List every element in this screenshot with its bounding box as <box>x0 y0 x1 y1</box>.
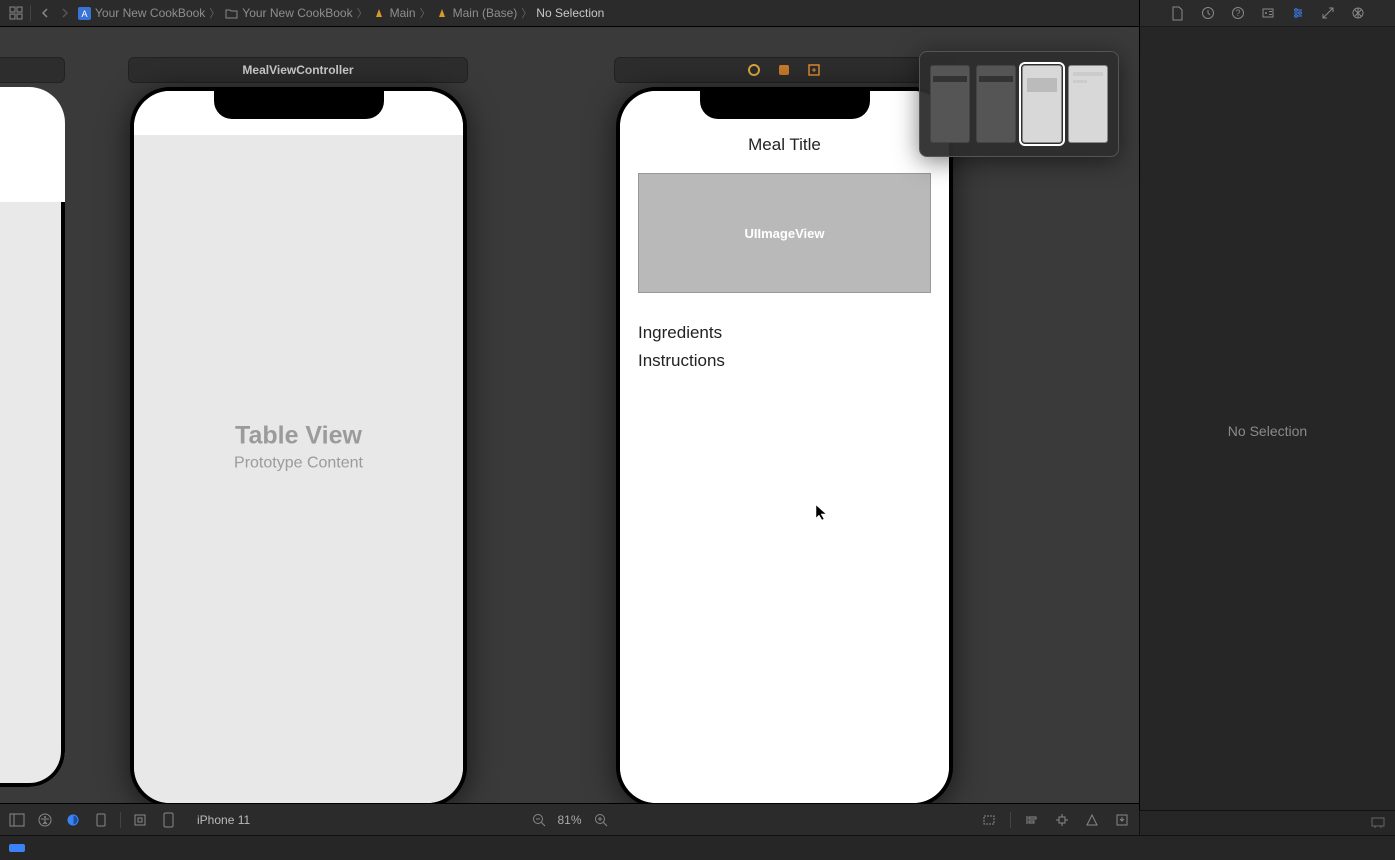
storyboard-icon <box>372 6 386 20</box>
ingredients-label[interactable]: Ingredients <box>638 323 931 343</box>
breadcrumb-group[interactable]: Your New CookBook <box>222 6 354 20</box>
breadcrumb-file[interactable]: Main <box>370 6 418 20</box>
update-frames-icon[interactable] <box>980 811 998 829</box>
chevron-right-icon: 〉 <box>521 5 532 21</box>
accessibility-icon[interactable] <box>36 811 54 829</box>
nav-forward-button[interactable] <box>55 3 75 23</box>
connections-inspector-tab[interactable] <box>1349 4 1367 22</box>
device-config-icon[interactable] <box>131 811 149 829</box>
meal-image-view[interactable]: UIImageView <box>638 173 931 293</box>
pin-icon[interactable] <box>1053 811 1071 829</box>
nav-back-button[interactable] <box>35 3 55 23</box>
debug-toggle-icon[interactable] <box>8 839 26 857</box>
attributes-inspector-tab[interactable] <box>1289 4 1307 22</box>
svg-text:?: ? <box>1235 8 1240 18</box>
appearance-icon[interactable] <box>64 811 82 829</box>
chevron-right-icon: 〉 <box>420 5 431 21</box>
folder-icon <box>224 6 238 20</box>
help-inspector-tab[interactable]: ? <box>1229 4 1247 22</box>
debug-bar <box>0 835 1395 860</box>
instructions-label[interactable]: Instructions <box>638 351 931 371</box>
uiimageview-placeholder: UIImageView <box>745 226 825 241</box>
device-notch <box>214 91 384 119</box>
breadcrumb-selection[interactable]: No Selection <box>534 6 606 20</box>
device-preview-meal-detail[interactable]: Meal Title UIImageView Ingredients Instr… <box>616 87 953 803</box>
chevron-right-icon: 〉 <box>209 5 220 21</box>
device-name-label[interactable]: iPhone 11 <box>197 813 250 827</box>
prototype-content-label: Prototype Content <box>134 455 463 473</box>
device-preview-partial[interactable] <box>0 87 65 787</box>
storyboard-entry-icon[interactable] <box>806 62 822 78</box>
breadcrumb-variant[interactable]: Main (Base) <box>433 6 520 20</box>
embed-in-icon[interactable] <box>1113 811 1131 829</box>
history-inspector-tab[interactable] <box>1199 4 1217 22</box>
table-view-label: Table View <box>134 422 463 451</box>
scene-title-bar[interactable] <box>0 57 65 83</box>
scene-title-bar-b[interactable] <box>614 57 954 83</box>
zoom-in-button[interactable] <box>592 811 610 829</box>
canvas-bottom-bar: iPhone 11 81% <box>0 803 1139 835</box>
chevron-right-icon: 〉 <box>357 5 368 21</box>
device-type-icon[interactable] <box>159 811 177 829</box>
svg-text:A: A <box>81 9 87 19</box>
minimap-thumb-selected[interactable] <box>1022 65 1062 143</box>
storyboard-icon <box>435 6 449 20</box>
table-view-placeholder: Table View Prototype Content <box>134 422 463 473</box>
orientation-icon[interactable] <box>92 811 110 829</box>
scene-title-bar-a[interactable]: MealViewController <box>128 57 468 83</box>
size-inspector-tab[interactable] <box>1319 4 1337 22</box>
canvas-minimap[interactable] <box>919 51 1119 157</box>
zoom-out-button[interactable] <box>529 811 547 829</box>
device-preview-meal-list[interactable]: Table View Prototype Content <box>130 87 467 803</box>
breadcrumb-project[interactable]: A Your New CookBook <box>75 6 207 20</box>
exit-icon[interactable] <box>776 62 792 78</box>
zoom-level-label[interactable]: 81% <box>557 813 581 827</box>
interface-builder-canvas[interactable]: MealViewController Table View Prototype … <box>0 27 1139 803</box>
breadcrumb: A Your New CookBook 〉 Your New CookBook … <box>75 5 1262 21</box>
identity-inspector-tab[interactable] <box>1259 4 1277 22</box>
align-icon[interactable] <box>1023 811 1041 829</box>
first-responder-icon[interactable] <box>746 62 762 78</box>
file-inspector-tab[interactable] <box>1169 4 1187 22</box>
no-selection-label: No Selection <box>1228 423 1307 439</box>
inspector-panel: ? No Selection <box>1139 0 1395 835</box>
inspector-tab-bar: ? <box>1140 0 1395 27</box>
inspector-bottom-bar <box>1139 810 1395 835</box>
minimap-thumb[interactable] <box>976 65 1016 143</box>
filter-icon[interactable] <box>1369 814 1387 832</box>
resolve-issues-icon[interactable] <box>1083 811 1101 829</box>
scene-title-label: MealViewController <box>242 63 353 77</box>
meal-title-label[interactable]: Meal Title <box>620 135 949 155</box>
minimap-thumb[interactable] <box>930 65 970 143</box>
minimap-thumb[interactable] <box>1068 65 1108 143</box>
project-icon: A <box>77 6 91 20</box>
related-items-icon[interactable] <box>6 3 26 23</box>
device-notch <box>700 91 870 119</box>
toggle-outline-icon[interactable] <box>8 811 26 829</box>
